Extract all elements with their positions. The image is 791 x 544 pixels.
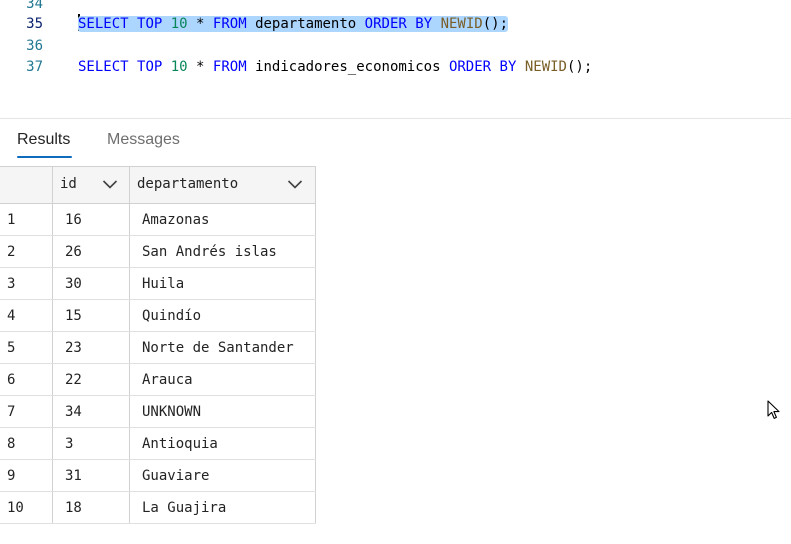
chevron-down-icon[interactable]	[102, 179, 118, 190]
cell-id[interactable]: 30	[52, 267, 130, 300]
active-tab-indicator	[17, 156, 72, 158]
editor-results-divider[interactable]	[0, 118, 791, 119]
keyword-from: FROM	[212, 16, 247, 32]
keyword-top: TOP	[137, 59, 163, 75]
table-row[interactable]: 6 22 Arauca	[0, 363, 316, 396]
cell-departamento[interactable]: Amazonas	[129, 203, 316, 236]
cell-id[interactable]: 31	[52, 459, 130, 492]
cell-departamento[interactable]: San Andrés islas	[129, 235, 316, 268]
table-row[interactable]: 4 15 Quindío	[0, 299, 316, 332]
cell-id[interactable]: 26	[52, 235, 130, 268]
row-number[interactable]: 4	[0, 299, 53, 332]
cell-id[interactable]: 34	[52, 395, 130, 428]
chevron-down-icon[interactable]	[287, 179, 303, 190]
mouse-pointer-icon	[767, 400, 780, 419]
row-number[interactable]: 6	[0, 363, 53, 396]
number-literal: 10	[170, 59, 188, 75]
cell-id[interactable]: 22	[52, 363, 130, 396]
table-row[interactable]: 8 3 Antioquia	[0, 427, 316, 460]
cell-id[interactable]: 15	[52, 299, 130, 332]
cell-departamento[interactable]: Guaviare	[129, 459, 316, 492]
keyword-from: FROM	[212, 59, 247, 75]
number-literal: 10	[170, 16, 188, 32]
cell-departamento[interactable]: UNKNOWN	[129, 395, 316, 428]
keyword-select: SELECT	[78, 16, 129, 32]
cell-departamento[interactable]: Norte de Santander	[129, 331, 316, 364]
table-name: indicadores_economicos	[255, 59, 441, 75]
punctuation: ();	[482, 16, 509, 32]
table-row[interactable]: 3 30 Huila	[0, 267, 316, 300]
results-grid[interactable]: id departamento 1 16 Amazonas 2 26 San André…	[0, 166, 316, 524]
editor-line-35[interactable]: 35 SELECT TOP 10 * FROM departamento ORD…	[0, 13, 791, 35]
line-number: 37	[26, 59, 43, 75]
row-number[interactable]: 2	[0, 235, 53, 268]
grid-header-row: id departamento	[0, 166, 316, 204]
table-name: departamento	[255, 16, 357, 32]
keyword-order: ORDER	[448, 59, 492, 75]
query-editor[interactable]: 34 35 SELECT TOP 10 * FROM departamento …	[0, 0, 791, 118]
column-header-label: departamento	[137, 176, 239, 192]
code-text[interactable]: SELECT TOP 10 * FROM indicadores_economi…	[78, 56, 592, 78]
line-number: 35	[26, 16, 43, 32]
cell-departamento[interactable]: Huila	[129, 267, 316, 300]
table-row[interactable]: 10 18 La Guajira	[0, 491, 316, 524]
results-tabs: Results Messages	[0, 128, 791, 160]
punctuation: ();	[567, 59, 593, 75]
row-number[interactable]: 8	[0, 427, 53, 460]
table-row[interactable]: 1 16 Amazonas	[0, 203, 316, 236]
function-name: NEWID	[440, 16, 483, 32]
cell-departamento[interactable]: La Guajira	[129, 491, 316, 524]
row-number[interactable]: 10	[0, 491, 53, 524]
row-number-header[interactable]	[0, 166, 53, 204]
keyword-order: ORDER	[364, 16, 407, 32]
keyword-by: BY	[499, 59, 517, 75]
tab-messages[interactable]: Messages	[107, 131, 180, 149]
cell-departamento[interactable]: Arauca	[129, 363, 316, 396]
row-number[interactable]: 1	[0, 203, 53, 236]
line-number: 36	[26, 38, 43, 54]
table-row[interactable]: 5 23 Norte de Santander	[0, 331, 316, 364]
cell-departamento[interactable]: Quindío	[129, 299, 316, 332]
column-header-departamento[interactable]: departamento	[129, 166, 316, 204]
editor-line-36[interactable]: 36	[0, 35, 791, 57]
cell-id[interactable]: 23	[52, 331, 130, 364]
row-number[interactable]: 9	[0, 459, 53, 492]
column-header-label: id	[60, 176, 77, 192]
cell-id[interactable]: 18	[52, 491, 130, 524]
star-token: *	[196, 59, 205, 75]
cell-departamento[interactable]: Antioquia	[129, 427, 316, 460]
star-token: *	[196, 16, 205, 32]
row-number[interactable]: 7	[0, 395, 53, 428]
function-name: NEWID	[524, 59, 567, 75]
table-row[interactable]: 9 31 Guaviare	[0, 459, 316, 492]
table-row[interactable]: 7 34 UNKNOWN	[0, 395, 316, 428]
row-number[interactable]: 5	[0, 331, 53, 364]
tab-results[interactable]: Results	[17, 131, 70, 149]
code-text[interactable]: SELECT TOP 10 * FROM departamento ORDER …	[78, 13, 509, 35]
keyword-top: TOP	[137, 16, 163, 32]
row-number[interactable]: 3	[0, 267, 53, 300]
column-header-id[interactable]: id	[52, 166, 130, 204]
selected-text[interactable]: SELECT TOP 10 * FROM departamento ORDER …	[78, 16, 509, 32]
keyword-by: BY	[415, 16, 433, 32]
keyword-select: SELECT	[78, 59, 129, 75]
cell-id[interactable]: 16	[52, 203, 130, 236]
table-row[interactable]: 2 26 San Andrés islas	[0, 235, 316, 268]
editor-line-37[interactable]: 37 SELECT TOP 10 * FROM indicadores_econ…	[0, 56, 791, 78]
cell-id[interactable]: 3	[52, 427, 130, 460]
